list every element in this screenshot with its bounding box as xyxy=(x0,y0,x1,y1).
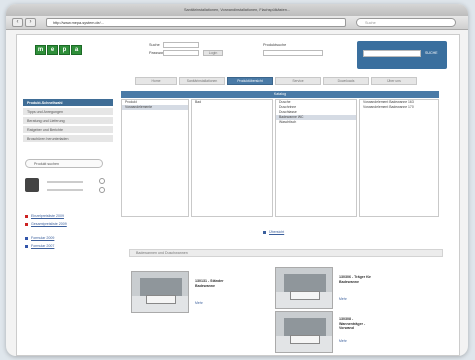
tab-downloads[interactable]: Downloads xyxy=(323,77,369,85)
address-bar[interactable]: http://www.mepa-system.de/... xyxy=(46,18,346,27)
username-field[interactable] xyxy=(163,42,199,48)
back-arrow-icon[interactable]: ‹ xyxy=(12,18,23,27)
product-image[interactable] xyxy=(275,267,333,309)
section-bar: Badewannen und Duschwannen xyxy=(129,249,443,257)
logo-letter: p xyxy=(59,45,70,55)
product-more-link[interactable]: Mehr xyxy=(339,339,347,343)
product-image[interactable] xyxy=(131,271,189,313)
sidebar-item-quick-select[interactable]: Produkt-Schnellwahl xyxy=(23,99,113,107)
full-price-list-link[interactable]: Gesamtpreisliste 2009 xyxy=(31,222,67,226)
product-title[interactable]: 130306 - Träger für Badewanne xyxy=(339,275,377,284)
forward-arrow-icon[interactable]: › xyxy=(25,18,36,27)
search-panel: SUCHE xyxy=(357,41,447,69)
tab-products[interactable]: Produktübersicht xyxy=(227,77,273,85)
sidebar-item-delivery[interactable]: Beratung und Lieferung xyxy=(23,117,113,125)
sidebar-item-tips[interactable]: Tipps und Anregungen xyxy=(23,108,113,116)
browser-search-input[interactable]: Suche xyxy=(356,18,456,27)
option-icon[interactable] xyxy=(99,178,105,184)
product-title[interactable]: 130131 - Ständer Badewanne xyxy=(195,279,233,288)
product-more-link[interactable]: Mehr xyxy=(195,301,203,305)
web-page: m e p a Suche Passwort Login Produktsuch… xyxy=(16,34,460,356)
product-search-field[interactable] xyxy=(263,50,323,56)
main-tabs: Home Sanitärinstallationen Produktübersi… xyxy=(135,77,417,85)
sidebar-item-guides[interactable]: Ratgeber und Berichte xyxy=(23,126,113,134)
product-title[interactable]: 130308 - Wannenträger - Vorwand xyxy=(339,317,377,331)
overview-link[interactable]: Übersicht xyxy=(269,230,284,234)
product-more-link[interactable]: Mehr xyxy=(339,297,347,301)
product-search-pill[interactable]: Produkt suchen xyxy=(25,159,103,168)
price-list-link[interactable]: Einzelpreisliste 2009 xyxy=(31,214,64,218)
list-item[interactable]: Waschtisch xyxy=(276,120,356,125)
product-image[interactable] xyxy=(275,311,333,353)
logo-letter: m xyxy=(35,45,46,55)
catalog-column-2: Bad xyxy=(191,99,273,217)
catalog-header: Katalog xyxy=(121,91,439,98)
printer-icon[interactable] xyxy=(25,178,39,192)
catalog-column-3: Dusche Duschrinne Duschtasse Badewanne W… xyxy=(275,99,357,217)
browser-toolbar: ‹ › http://www.mepa-system.de/... Suche xyxy=(6,16,468,30)
document-icon xyxy=(25,245,28,248)
site-logo[interactable]: m e p a xyxy=(35,45,82,55)
sidebar-item-brochures[interactable]: Broschüren herunterladen xyxy=(23,135,113,143)
pdf-icon xyxy=(25,215,28,218)
logo-letter: a xyxy=(71,45,82,55)
tab-home[interactable]: Home xyxy=(135,77,177,85)
password-field[interactable] xyxy=(163,50,199,56)
list-item[interactable]: Vorwandelement Badewanne 170 xyxy=(360,105,438,110)
list-item[interactable]: Bad xyxy=(192,100,272,105)
arrow-icon xyxy=(263,231,266,234)
form-2007-link[interactable]: Formular 2007 xyxy=(31,244,54,248)
catalog-column-4: Vorwandelement Badewanne 163 Vorwandelem… xyxy=(359,99,439,217)
pdf-icon xyxy=(25,223,28,226)
product-search-label: Produktsuche xyxy=(263,43,287,47)
form-2009-link[interactable]: Formular 2009 xyxy=(31,236,54,240)
document-icon xyxy=(25,237,28,240)
list-item[interactable]: Vorwandelemente xyxy=(122,105,188,110)
site-search-input[interactable] xyxy=(363,50,421,57)
text-line xyxy=(47,181,83,183)
field1-label: Suche xyxy=(149,43,160,47)
logo-letter: e xyxy=(47,45,58,55)
text-line xyxy=(47,189,83,191)
tab-installation[interactable]: Sanitärinstallationen xyxy=(179,77,225,85)
site-search-button[interactable]: SUCHE xyxy=(425,51,438,55)
catalog-column-1: Produkt Vorwandelemente xyxy=(121,99,189,217)
option-icon[interactable] xyxy=(99,187,105,193)
tab-service[interactable]: Service xyxy=(275,77,321,85)
login-button[interactable]: Login xyxy=(203,50,223,56)
window-title: Sanitärinstallationen, Vorwandinstallati… xyxy=(6,4,468,16)
browser-window: Sanitärinstallationen, Vorwandinstallati… xyxy=(6,4,468,356)
tab-about[interactable]: Über uns xyxy=(371,77,417,85)
